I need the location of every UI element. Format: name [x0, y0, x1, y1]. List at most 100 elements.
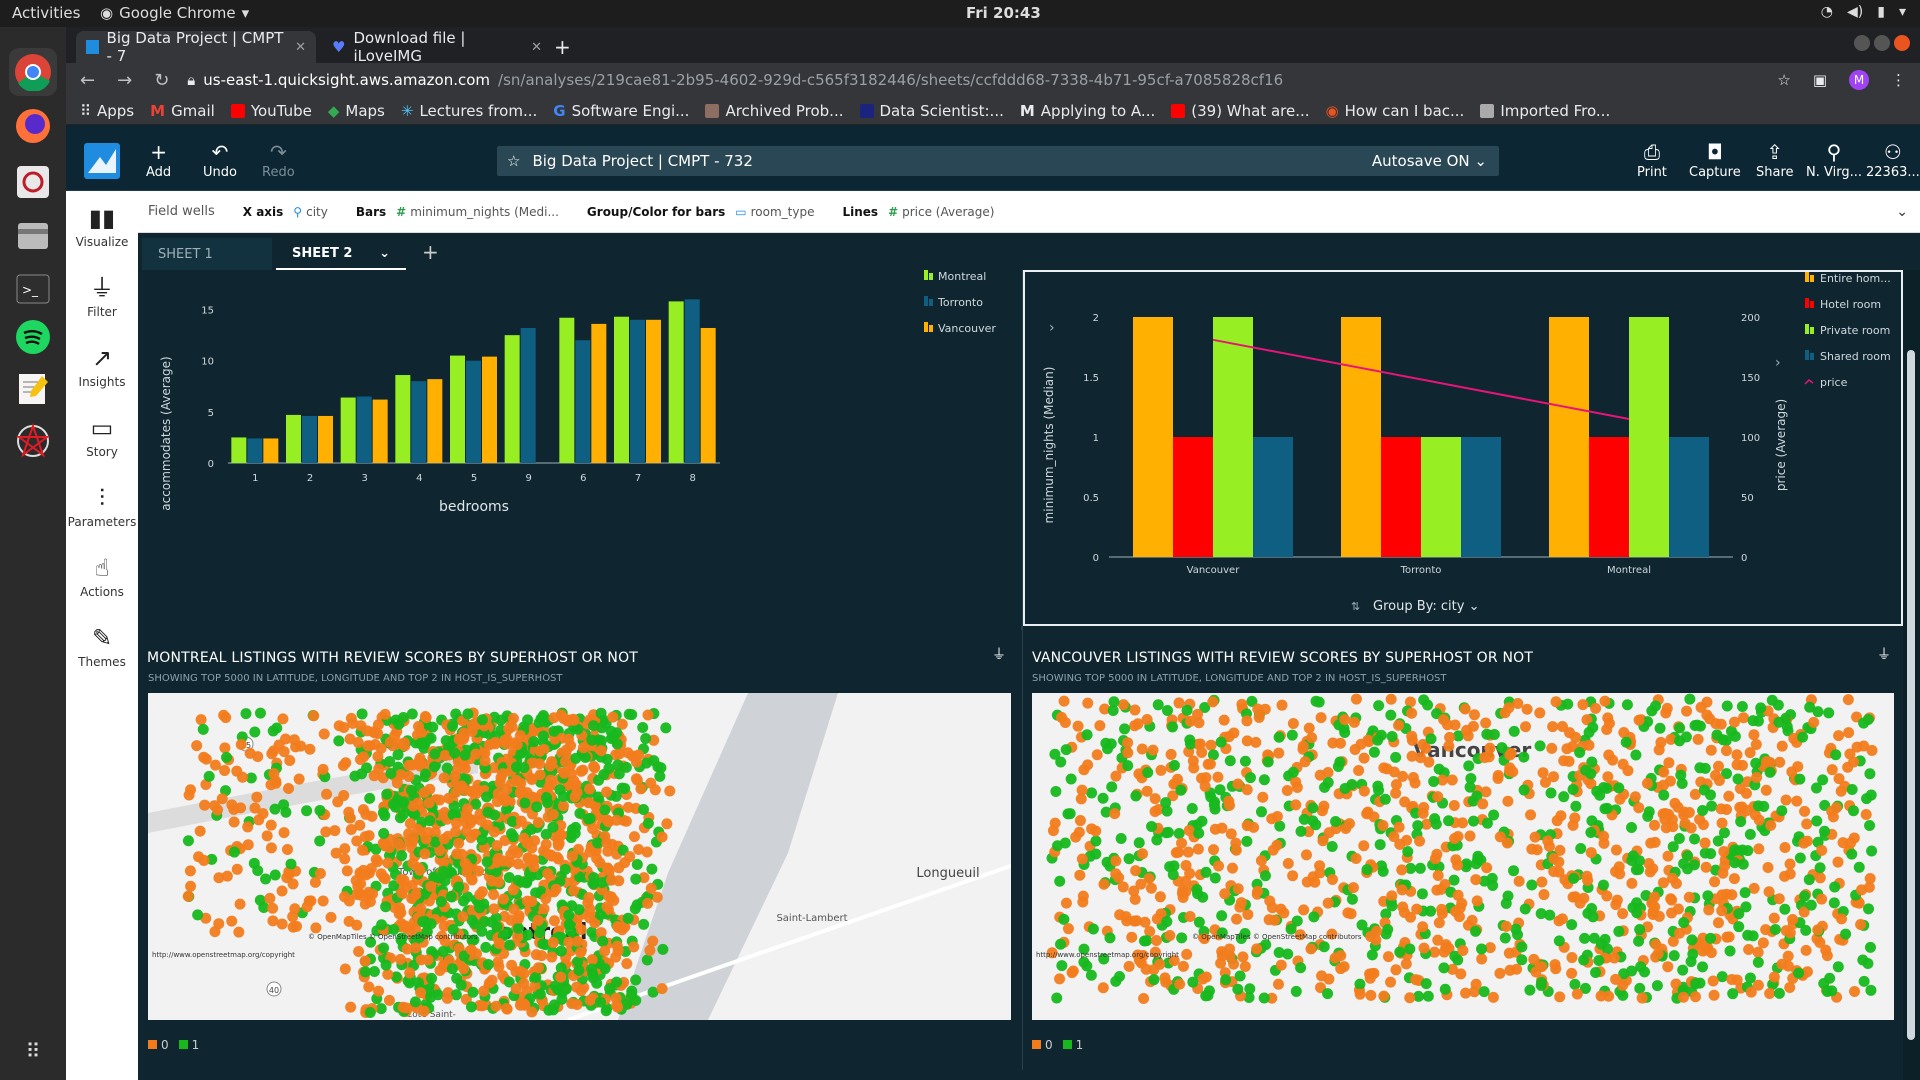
visual-accommodates-by-bedrooms[interactable]: 0 5 10 15 1 2 3 4 5 9 6 7 8 bedrooms accommodates (Ave…	[140, 270, 1022, 626]
bookmark-archived[interactable]: Archived Prob...	[705, 102, 844, 120]
listing-marker	[449, 747, 461, 759]
nav-visualize[interactable]: ▮▮ Visualize	[66, 205, 138, 249]
field-wells-bar[interactable]: Field wells X axis ⚲ city Bars # minimum_nig…	[138, 191, 1920, 233]
add-button[interactable]: + Add	[146, 141, 171, 180]
bookmark-what-are[interactable]: (39) What are...	[1171, 102, 1310, 120]
quicksight-logo[interactable]	[84, 143, 120, 179]
listing-marker	[1698, 784, 1710, 796]
close-tab-icon[interactable]: ✕	[295, 40, 306, 55]
listing-marker	[1371, 925, 1383, 937]
activities-button[interactable]: Activities	[12, 4, 80, 22]
towards-ds-icon	[859, 103, 874, 118]
star-icon[interactable]: ☆	[507, 152, 520, 170]
listing-marker	[1182, 846, 1194, 858]
visual-vancouver-map[interactable]: VANCOUVER LISTINGS WITH REVIEW SCORES BY…	[1023, 630, 1903, 1070]
bookmark-software-eng[interactable]: G Software Engi...	[553, 102, 689, 120]
legend-item-0[interactable]: 0	[1032, 1038, 1053, 1052]
clock[interactable]: Fri 20:43	[966, 4, 1041, 22]
bookmark-data-scientist[interactable]: Data Scientist:...	[859, 102, 1004, 120]
legend-item-1[interactable]: 1	[178, 1038, 199, 1052]
reload-icon[interactable]: ↻	[154, 70, 169, 91]
listing-marker	[537, 938, 549, 950]
legend-item-1[interactable]: 1	[1062, 1038, 1083, 1052]
bookmark-maps[interactable]: ◆ Maps	[328, 102, 385, 120]
filter-icon[interactable]: ⏚	[992, 644, 1006, 664]
chrome-dock-icon[interactable]	[9, 48, 57, 96]
redo-button[interactable]: ↷ Redo	[262, 141, 295, 180]
browser-tab-ilovemig[interactable]: ♥ Download file | iLoveIMG ✕	[322, 29, 552, 65]
capture-button[interactable]: ◘ Capture	[1689, 141, 1741, 180]
print-button[interactable]: ⎙ Print	[1637, 141, 1667, 180]
bookmark-lectures[interactable]: ✳ Lectures from...	[401, 102, 537, 120]
nav-filter[interactable]: ⏚ Filter	[66, 275, 138, 319]
listing-marker	[1634, 982, 1646, 994]
listing-marker	[310, 922, 322, 934]
terminal-dock-icon[interactable]: >_	[9, 265, 57, 313]
listing-marker	[1561, 743, 1573, 755]
system-tray[interactable]: ◔ ◀) ▮ ▾	[1821, 4, 1906, 20]
listing-marker	[1643, 806, 1655, 818]
scrollbar-thumb[interactable]	[1907, 350, 1915, 1040]
close-window-icon[interactable]	[1894, 35, 1910, 51]
legend-item-0[interactable]: 0	[148, 1038, 169, 1052]
autosave-dropdown[interactable]: Autosave ON ⌄	[1372, 152, 1487, 170]
browser-tab-quicksight[interactable]: Big Data Project | CMPT - 7 ✕	[76, 29, 316, 65]
bookmark-gmail[interactable]: M Gmail	[150, 102, 215, 120]
maximize-icon[interactable]	[1874, 35, 1890, 51]
bookmark-imported[interactable]: Imported Fro...	[1480, 102, 1610, 120]
files-dock-icon[interactable]	[9, 212, 57, 260]
nav-parameters[interactable]: ⫶ Parameters	[66, 485, 138, 529]
listing-marker	[1744, 747, 1756, 759]
listing-marker	[1300, 849, 1312, 861]
kebab-menu-icon[interactable]: ⋮	[1891, 71, 1906, 89]
text-editor-dock-icon[interactable]	[9, 365, 57, 413]
tab-sheet-1[interactable]: SHEET 1	[142, 238, 272, 270]
undo-button[interactable]: ↶ Undo	[203, 141, 237, 180]
map-canvas[interactable]: Vancouver © OpenMapTiles © OpenStreetMap …	[1032, 693, 1894, 1020]
well-bars[interactable]: Bars # minimum_nights (Medi...	[356, 205, 559, 219]
app-menu[interactable]: ◉ Google Chrome ▾	[100, 4, 249, 22]
well-lines[interactable]: Lines # price (Average)	[842, 205, 994, 219]
map-canvas[interactable]: LongueuilSaint-LambertTown of Mount-Roya…	[148, 693, 1011, 1020]
bookmark-applying[interactable]: M Applying to A...	[1020, 102, 1155, 120]
star-bookmark-icon[interactable]: ☆	[1777, 71, 1790, 89]
nav-insights[interactable]: ↗ Insights	[66, 345, 138, 389]
filter-icon[interactable]: ⏚	[1877, 644, 1891, 664]
listing-marker	[437, 946, 449, 958]
account-button[interactable]: ⚇ 22363...	[1866, 141, 1920, 180]
page-scrollbar[interactable]	[1903, 270, 1920, 1080]
close-tab-icon[interactable]: ✕	[531, 40, 542, 55]
url-field[interactable]: 🔒︎ us-east-1.quicksight.aws.amazon.com/s…	[187, 71, 1283, 89]
expand-chevron-icon[interactable]: ⌄	[1896, 204, 1908, 220]
chevron-down-icon[interactable]: ⌄	[379, 246, 390, 261]
bookmark-apps[interactable]: ⠿ Apps	[80, 102, 134, 120]
share-button[interactable]: ⇪ Share	[1756, 141, 1794, 180]
region-button[interactable]: ⚲ N. Virg...	[1806, 141, 1862, 180]
new-tab-icon[interactable]: +	[554, 35, 571, 59]
back-icon[interactable]: ←	[80, 70, 95, 91]
nav-themes[interactable]: ✎ Themes	[66, 625, 138, 669]
listing-marker	[1508, 725, 1520, 737]
document-viewer-dock-icon[interactable]	[9, 158, 57, 206]
add-sheet-icon[interactable]: +	[422, 240, 439, 264]
tab-sheet-2[interactable]: SHEET 2 ⌄	[276, 238, 406, 270]
firefox-dock-icon[interactable]	[9, 102, 57, 150]
minimize-icon[interactable]	[1854, 35, 1870, 51]
visual-montreal-map[interactable]: MONTREAL LISTINGS WITH REVIEW SCORES BY …	[140, 630, 1022, 1070]
well-group-color[interactable]: Group/Color for bars ▭ room_type	[587, 205, 815, 219]
forward-icon[interactable]: →	[117, 70, 132, 91]
bookmark-youtube[interactable]: YouTube	[230, 102, 312, 120]
extension-icon[interactable]: ▣	[1813, 71, 1827, 89]
analysis-title-bar[interactable]: ☆ Big Data Project | CMPT - 732 Autosave…	[497, 146, 1499, 176]
profile-avatar[interactable]: M	[1849, 70, 1869, 90]
nav-story[interactable]: ▭ Story	[66, 415, 138, 459]
spotify-dock-icon[interactable]	[9, 313, 57, 361]
listing-marker	[1677, 991, 1689, 1003]
well-x-axis[interactable]: X axis ⚲ city	[243, 205, 328, 219]
unknown-app-dock-icon[interactable]	[9, 417, 57, 465]
listing-marker	[575, 765, 587, 777]
nav-actions[interactable]: ☝ Actions	[66, 555, 138, 599]
visual-min-nights-by-city[interactable]: 0 0.5 1 1.5 2 0 50 100 150 200 Vancouver Torronto Mo…	[1023, 270, 1903, 626]
show-apps-icon[interactable]: ⠿	[9, 1027, 57, 1075]
bookmark-how-can[interactable]: ◉ How can I bac...	[1326, 102, 1465, 120]
